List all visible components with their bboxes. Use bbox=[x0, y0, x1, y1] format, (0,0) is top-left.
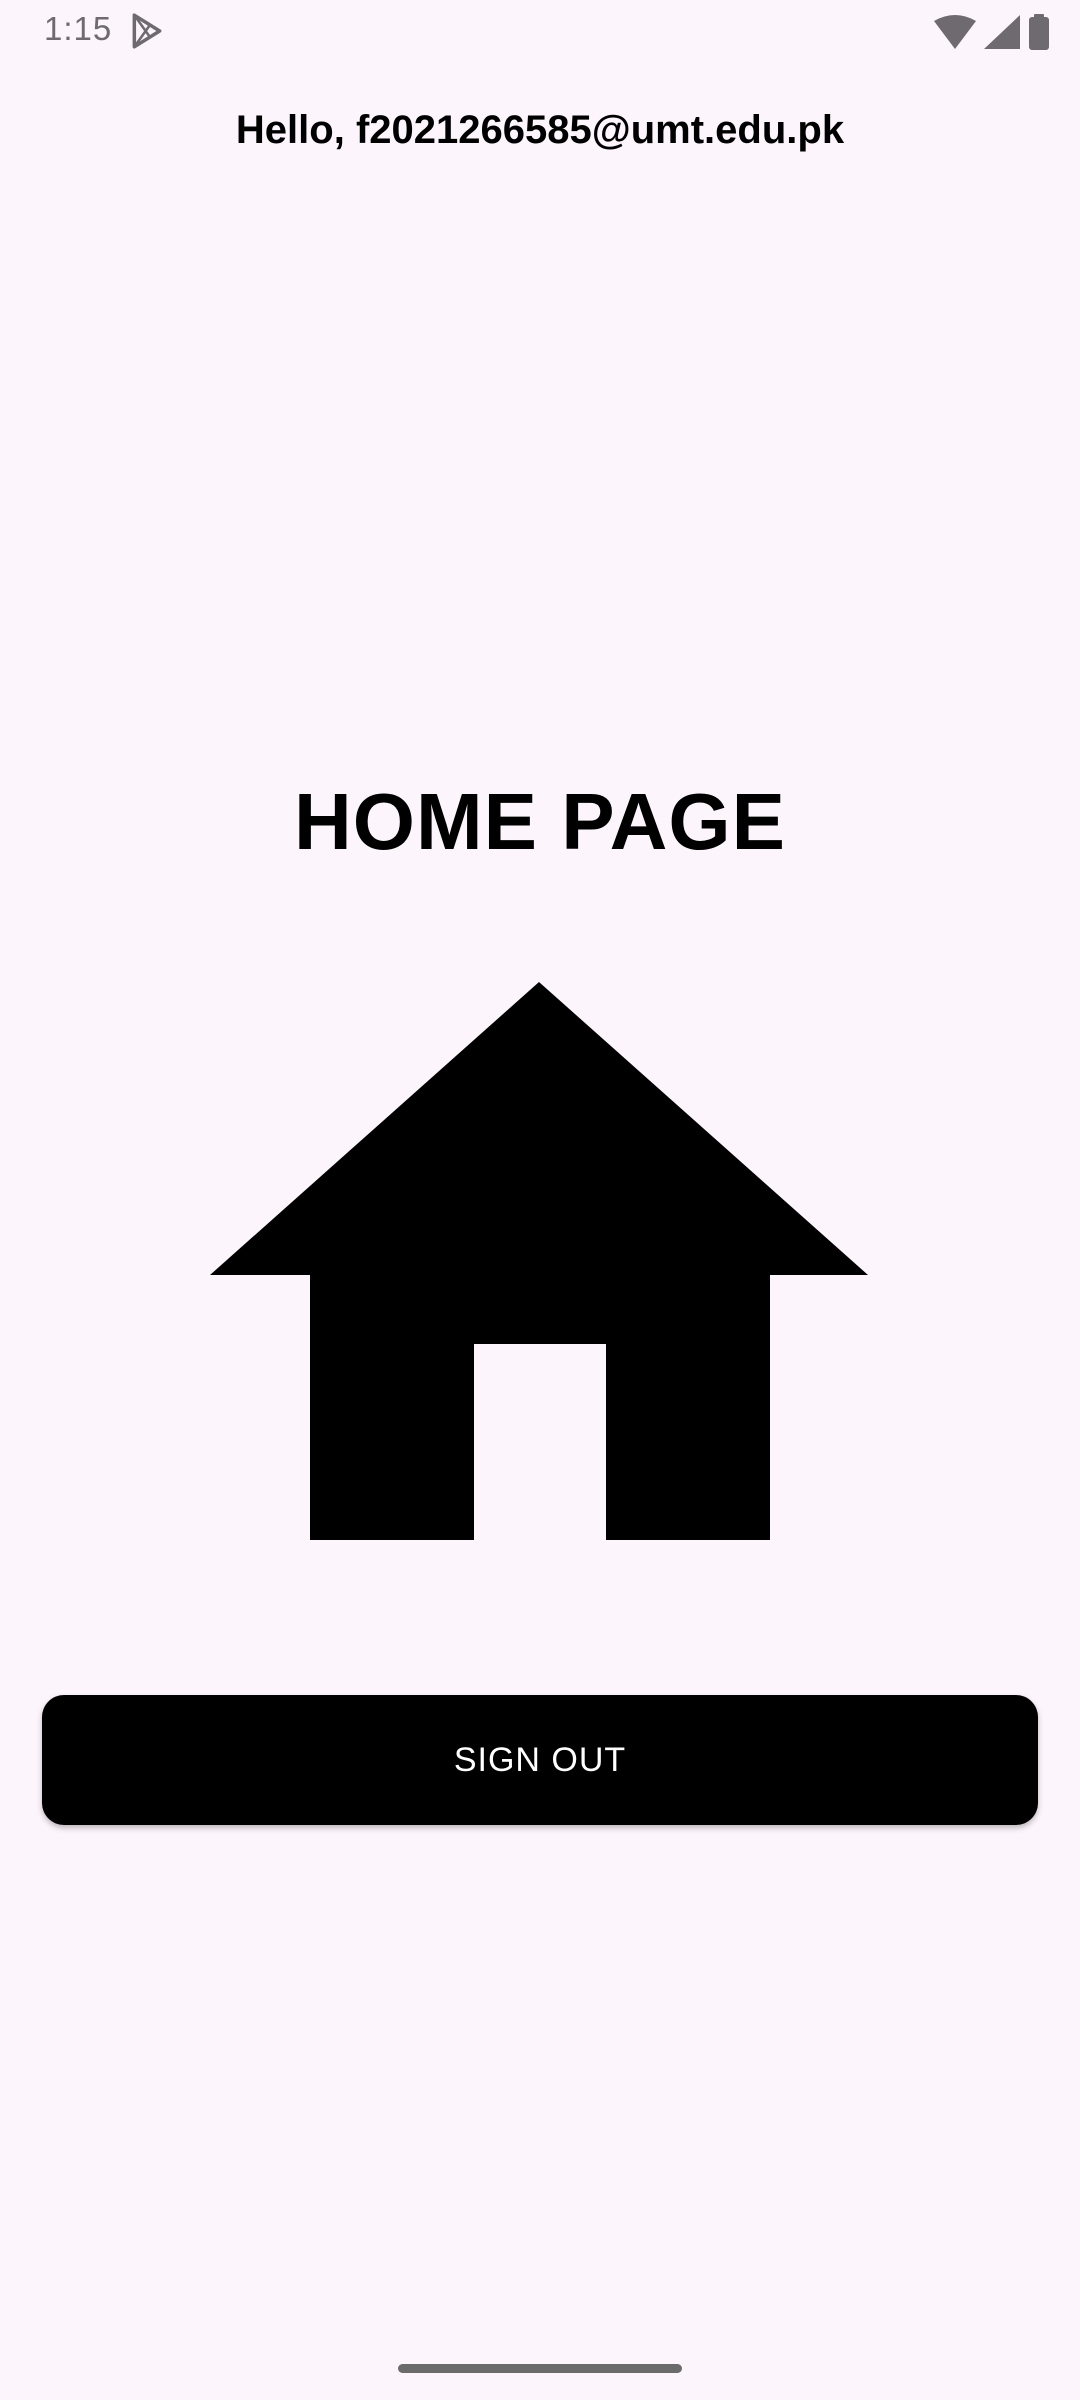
battery-icon bbox=[1029, 14, 1049, 50]
gesture-nav-handle[interactable] bbox=[398, 2364, 682, 2373]
status-icons bbox=[934, 14, 1050, 50]
home-icon bbox=[210, 982, 868, 1540]
wifi-icon bbox=[934, 15, 976, 49]
status-bar: 1:15 bbox=[0, 0, 1080, 64]
play-store-icon bbox=[132, 13, 162, 49]
sign-out-label: SIGN OUT bbox=[453, 1740, 627, 1779]
greeting-text: Hello, f2021266585@umt.edu.pk bbox=[235, 108, 845, 152]
home-screen: 1:15 Hello, f2021266585@umt.edu.pk HOME … bbox=[0, 0, 1080, 2400]
status-time: 1:15 bbox=[44, 10, 113, 47]
sign-out-button[interactable]: SIGN OUT bbox=[42, 1695, 1038, 1825]
page-title: HOME PAGE bbox=[293, 777, 786, 866]
signal-icon bbox=[984, 15, 1020, 49]
